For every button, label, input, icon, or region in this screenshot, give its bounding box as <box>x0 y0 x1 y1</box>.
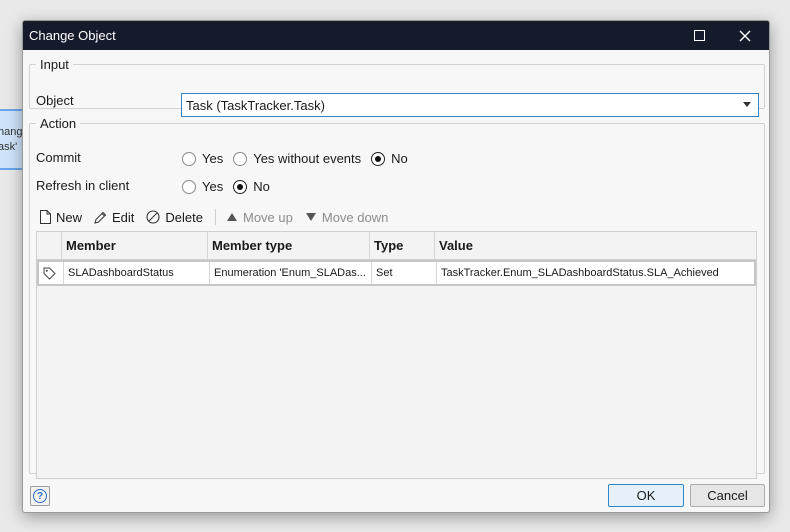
object-select[interactable]: Task (TaskTracker.Task) <box>181 93 759 117</box>
dialog-title: Change Object <box>29 28 116 43</box>
title-bar: Change Object <box>23 21 769 50</box>
move-down-button-label: Move down <box>321 209 389 225</box>
tag-icon <box>43 267 56 280</box>
delete-icon <box>146 210 160 224</box>
object-label: Object <box>36 93 74 108</box>
new-document-icon <box>40 210 51 224</box>
radio-circle-checked <box>233 179 248 194</box>
close-icon <box>739 30 751 41</box>
column-header-icon <box>37 232 62 259</box>
pencil-icon <box>94 211 107 224</box>
triangle-down-icon <box>305 212 317 222</box>
edit-button[interactable]: Edit <box>94 210 134 225</box>
cell-value: TaskTracker.Enum_SLADashboardStatus.SLA_… <box>441 267 719 279</box>
help-button[interactable]: ? <box>30 486 50 506</box>
input-group: Input Object Task (TaskTracker.Task) <box>29 57 765 117</box>
input-group-legend: Input <box>40 57 69 72</box>
move-up-button[interactable]: Move up <box>226 210 293 225</box>
triangle-up-icon <box>226 212 238 222</box>
background-node-text-2: ask' <box>0 141 18 153</box>
dropdown-arrow-icon <box>743 102 751 107</box>
table-row[interactable]: SLADashboardStatus Enumeration 'Enum_SLA… <box>37 260 756 286</box>
commit-option-yes: Yes <box>202 151 224 166</box>
refresh-radio-yes[interactable]: Yes <box>182 179 223 194</box>
column-header-value[interactable]: Value <box>435 232 756 259</box>
commit-radio-yes[interactable]: Yes <box>182 151 223 166</box>
refresh-radio-no[interactable]: No <box>233 179 270 194</box>
close-button[interactable] <box>723 21 767 50</box>
action-group-legend: Action <box>40 116 77 131</box>
cell-type: Set <box>372 262 437 284</box>
cancel-button[interactable]: Cancel <box>690 484 765 507</box>
commit-option-yes-without-events: Yes without events <box>253 151 362 166</box>
commit-label: Commit <box>36 150 81 165</box>
new-button[interactable]: New <box>40 210 82 225</box>
commit-radio-group: Yes Yes without events No <box>182 151 418 166</box>
column-header-member-type[interactable]: Member type <box>208 232 370 259</box>
radio-circle <box>182 151 196 166</box>
radio-circle <box>233 151 248 166</box>
delete-button-label: Delete <box>165 209 203 225</box>
move-up-button-label: Move up <box>243 209 293 225</box>
cell-member: SLADashboardStatus <box>64 262 210 284</box>
help-icon: ? <box>33 489 47 503</box>
commit-radio-no[interactable]: No <box>371 151 408 166</box>
refresh-option-no: No <box>253 179 270 194</box>
radio-circle <box>182 179 196 194</box>
new-button-label: New <box>56 209 83 225</box>
cell-member-type: Enumeration 'Enum_SLADas... <box>210 262 372 284</box>
change-object-dialog: Change Object Input Object Task (TaskTra… <box>22 20 770 513</box>
radio-circle-checked <box>371 151 386 166</box>
refresh-label: Refresh in client <box>36 178 130 193</box>
object-select-value: Task (TaskTracker.Task) <box>186 97 325 113</box>
background-node-text-1: hang <box>0 126 23 138</box>
action-group: Action Commit Yes Yes without events No … <box>29 116 765 479</box>
move-down-button[interactable]: Move down <box>305 210 388 225</box>
commit-radio-yes-without-events[interactable]: Yes without events <box>233 151 361 166</box>
row-icon-cell <box>39 262 64 284</box>
column-header-member[interactable]: Member <box>62 232 208 259</box>
table-header: Member Member type Type Value <box>37 232 756 260</box>
column-header-type[interactable]: Type <box>370 232 435 259</box>
edit-button-label: Edit <box>112 209 135 225</box>
maximize-icon <box>693 30 705 41</box>
members-toolbar: New Edit Delete Move up Move down <box>40 206 400 228</box>
delete-button[interactable]: Delete <box>146 210 203 225</box>
members-table: Member Member type Type Value SLADashboa… <box>36 231 757 479</box>
maximize-button[interactable] <box>677 21 721 50</box>
refresh-option-yes: Yes <box>202 179 224 194</box>
refresh-radio-group: Yes No <box>182 179 280 194</box>
toolbar-separator <box>215 209 216 225</box>
commit-option-no: No <box>391 151 408 166</box>
ok-button[interactable]: OK <box>608 484 684 507</box>
